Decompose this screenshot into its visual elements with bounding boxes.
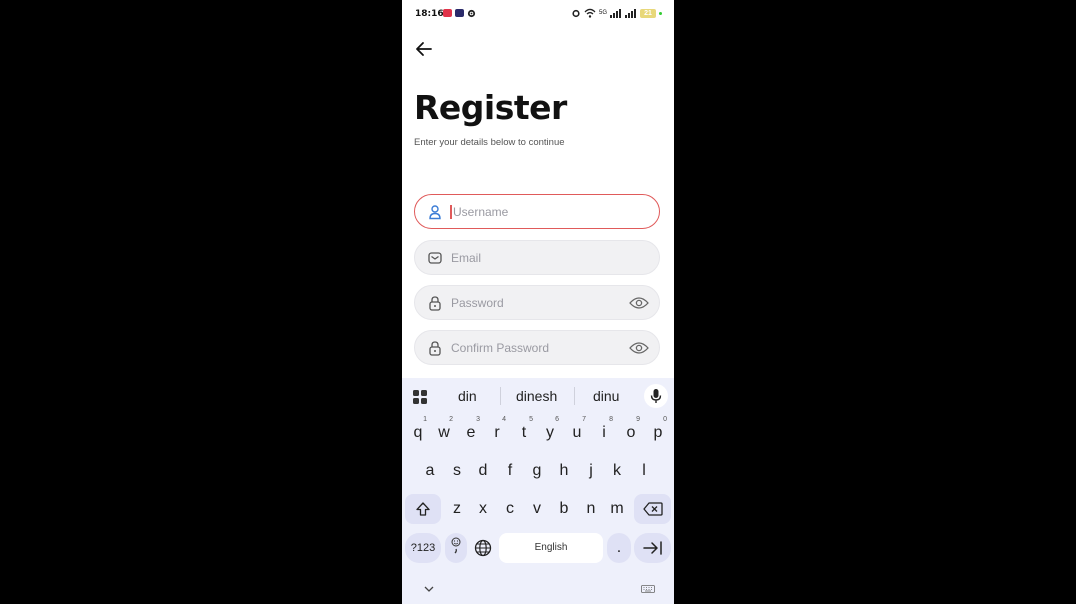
- status-right: 5G 21: [571, 8, 662, 18]
- battery-indicator: 21: [640, 8, 656, 18]
- key-d[interactable]: d: [471, 456, 495, 486]
- globe-icon: [474, 539, 492, 557]
- key-a[interactable]: a: [418, 456, 442, 486]
- key-c[interactable]: c: [498, 494, 522, 524]
- space-bar[interactable]: English: [499, 533, 603, 563]
- key-r[interactable]: r4: [485, 416, 509, 448]
- status-bar: 18:16 5G 21: [402, 0, 674, 30]
- key-t[interactable]: t5: [512, 416, 536, 448]
- app-notification-icon: [443, 9, 452, 17]
- suggestion-1[interactable]: din: [458, 388, 477, 404]
- mail-icon: [428, 252, 442, 264]
- phone-screen: 18:16 5G 21 Register Enter your details …: [402, 0, 674, 604]
- backspace-key[interactable]: [634, 494, 671, 524]
- confirm-password-field[interactable]: Confirm Password: [414, 330, 660, 365]
- backspace-icon: [642, 502, 663, 516]
- key-o[interactable]: o9: [619, 416, 643, 448]
- key-y[interactable]: y6: [538, 416, 562, 448]
- microphone-icon: [650, 389, 662, 403]
- show-password-eye-icon[interactable]: [629, 296, 649, 310]
- signal-icon-2: [625, 8, 636, 18]
- key-v[interactable]: v: [525, 494, 549, 524]
- back-arrow-icon[interactable]: [414, 39, 434, 59]
- key-g[interactable]: g: [525, 456, 549, 486]
- key-z[interactable]: z: [445, 494, 469, 524]
- keyboard-switch-icon[interactable]: [641, 585, 655, 593]
- voice-input-button[interactable]: [644, 384, 668, 408]
- key-w[interactable]: w2: [432, 416, 456, 448]
- password-field[interactable]: Password: [414, 285, 660, 320]
- page-title: Register: [414, 88, 567, 127]
- status-time: 18:16: [415, 9, 444, 19]
- hide-keyboard-chevron-down-icon[interactable]: [423, 585, 435, 593]
- shift-arrow-icon: [416, 502, 430, 516]
- show-confirm-password-eye-icon[interactable]: [629, 341, 649, 355]
- user-icon: [429, 205, 441, 220]
- emoji-key[interactable]: [445, 533, 467, 563]
- settings-gear-icon: [467, 9, 476, 18]
- key-k[interactable]: k: [605, 456, 629, 486]
- key-p[interactable]: p0: [646, 416, 670, 448]
- period-key[interactable]: .: [607, 533, 631, 563]
- soft-keyboard: din dinesh dinu q1 w2 e3 r4 t5 y6 u7 i8 …: [402, 378, 674, 604]
- key-x[interactable]: x: [471, 494, 495, 524]
- key-q[interactable]: q1: [406, 416, 430, 448]
- next-field-key[interactable]: [634, 533, 671, 563]
- username-field[interactable]: Username: [414, 194, 660, 229]
- suggestion-divider: [574, 387, 575, 405]
- lock-icon: [429, 296, 441, 311]
- text-cursor: [450, 205, 452, 219]
- page-subtitle: Enter your details below to continue: [414, 137, 565, 148]
- key-l[interactable]: l: [632, 456, 656, 486]
- key-s[interactable]: s: [445, 456, 469, 486]
- apps-grid-icon[interactable]: [412, 389, 428, 405]
- suggestion-divider: [500, 387, 501, 405]
- alarm-icon: [572, 9, 580, 18]
- password-placeholder: Password: [451, 296, 504, 310]
- key-j[interactable]: j: [579, 456, 603, 486]
- app-notification-icon: [455, 9, 464, 17]
- keyboard-nav-bar: [402, 574, 674, 604]
- emoji-comma-icon: [451, 537, 461, 554]
- lock-icon: [429, 341, 441, 356]
- tab-next-arrow-icon: [642, 541, 662, 555]
- key-u[interactable]: u7: [565, 416, 589, 448]
- suggestion-2[interactable]: dinesh: [516, 388, 557, 404]
- username-placeholder: Username: [453, 205, 509, 219]
- shift-key[interactable]: [405, 494, 441, 524]
- network-label: 5G: [598, 10, 607, 16]
- key-e[interactable]: e3: [459, 416, 483, 448]
- symbols-key[interactable]: ?123: [405, 533, 441, 563]
- email-field[interactable]: Email: [414, 240, 660, 275]
- confirm-password-placeholder: Confirm Password: [451, 341, 550, 355]
- key-m[interactable]: m: [605, 494, 629, 524]
- suggestion-3[interactable]: dinu: [593, 388, 619, 404]
- notification-icons: [443, 9, 476, 18]
- key-f[interactable]: f: [498, 456, 522, 486]
- key-i[interactable]: i8: [592, 416, 616, 448]
- email-placeholder: Email: [451, 251, 482, 265]
- privacy-dot: [659, 11, 662, 15]
- key-n[interactable]: n: [579, 494, 603, 524]
- language-key[interactable]: [470, 533, 496, 563]
- suggestion-bar: din dinesh dinu: [402, 378, 674, 412]
- key-h[interactable]: h: [552, 456, 576, 486]
- signal-icon: [610, 8, 621, 18]
- key-b[interactable]: b: [552, 494, 576, 524]
- wifi-icon: [584, 8, 596, 18]
